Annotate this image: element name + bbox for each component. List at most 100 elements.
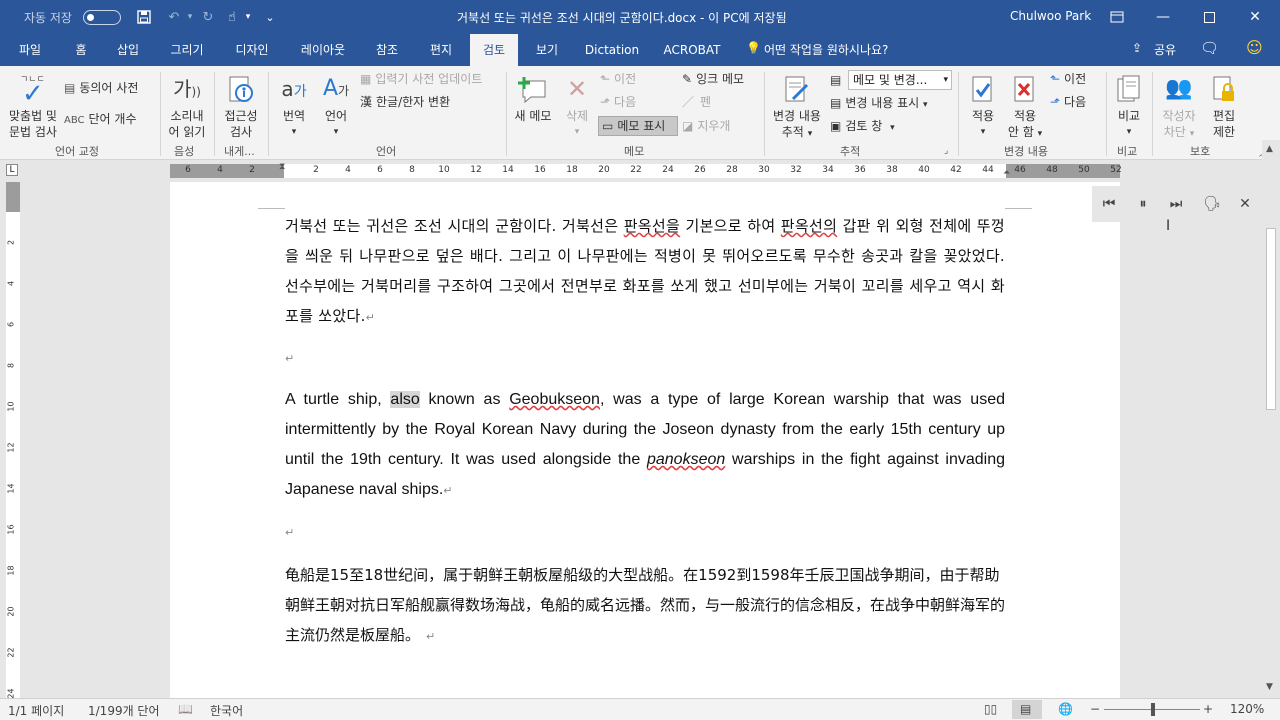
share-button[interactable]: 공유 (1154, 41, 1176, 58)
scroll-down-icon[interactable]: ▼ (1266, 682, 1273, 692)
undo-dropdown-icon[interactable]: ▾ (184, 7, 196, 27)
minimize-icon[interactable]: — (1140, 0, 1186, 34)
chinese-paragraph[interactable]: 龟船是15至18世纪间，属于朝鲜王朝板屋船级的大型战船。在1592到1598年壬… (285, 560, 1005, 652)
tab-view[interactable]: 보기 (524, 34, 570, 66)
redo-icon[interactable]: ↻ (198, 7, 218, 27)
close-icon[interactable]: ✕ (1232, 0, 1278, 34)
markup-display-select[interactable]: 메모 및 변경... ▾ (848, 70, 952, 90)
ruler-number: 38 (886, 165, 898, 175)
scroll-up-icon[interactable]: ▲ (1266, 144, 1273, 154)
tab-home[interactable]: 홈 (58, 34, 104, 66)
spelling-error-word[interactable]: panokseon (647, 451, 725, 468)
restrict-editing-button[interactable]: 편집 제한 (1204, 72, 1244, 140)
translate-icon: a가 (281, 77, 307, 101)
tab-draw[interactable]: 그리기 (158, 34, 216, 66)
tell-me-box[interactable]: 어떤 작업을 원하시나요? (764, 41, 888, 58)
tab-selector-icon[interactable]: L (6, 164, 18, 176)
compare-button[interactable]: 비교 ▾ (1108, 72, 1150, 140)
next-change-button[interactable]: ⬏ 다음 (1050, 94, 1086, 110)
tab-mailings[interactable]: 편지 (418, 34, 464, 66)
reject-change-button[interactable]: 적용 안 함 ▾ (1004, 72, 1046, 142)
tab-acrobat[interactable]: ACROBAT (656, 34, 728, 66)
voice-settings-icon[interactable]: 🗣 (1201, 194, 1223, 214)
vertical-ruler[interactable]: 2 4 6 8 10 12 14 16 18 20 22 24 (0, 182, 22, 699)
tab-dictation[interactable]: Dictation (578, 34, 646, 66)
next-paragraph-icon[interactable]: ⏭ (1165, 194, 1187, 214)
tab-review[interactable]: 검토 (470, 34, 518, 66)
comments-icon[interactable]: 🗨 (1200, 39, 1219, 57)
empty-paragraph-mark: ↵ (285, 352, 295, 365)
tab-layout[interactable]: 레이아웃 (290, 34, 356, 66)
next-comment-button[interactable]: ⬏ 다음 (600, 94, 636, 110)
read-aloud-button[interactable]: 가)) 소리내 어 읽기 (162, 72, 212, 140)
eraser-button[interactable]: ◪ 지우개 (682, 118, 730, 134)
customize-qat-icon[interactable]: ⌄ (262, 7, 278, 27)
language-button[interactable]: A가 언어 ▾ (316, 72, 356, 140)
scroll-thumb[interactable] (1266, 228, 1276, 410)
update-ime-dictionary-button[interactable]: ▦ 입력기 사전 업데이트 (360, 71, 482, 87)
previous-paragraph-icon[interactable]: ⏮ (1098, 194, 1120, 214)
document-page[interactable]: 거북선 또는 귀선은 조선 시대의 군함이다. 거북선은 판옥선을 기본으로 하… (170, 182, 1120, 698)
pen-button[interactable]: ／ 펜 (682, 94, 711, 110)
vertical-scrollbar[interactable]: ▲ ▼ (1262, 140, 1280, 698)
korean-paragraph[interactable]: 거북선 또는 귀선은 조선 시대의 군함이다. 거북선은 판옥선을 기본으로 하… (285, 211, 1005, 333)
ruler-number: 8 (409, 165, 415, 175)
touch-dropdown-icon[interactable]: ▾ (242, 7, 254, 27)
previous-change-button[interactable]: ⬑ 이전 (1050, 71, 1086, 87)
spelling-error-word[interactable]: 판옥선의 (781, 217, 837, 235)
save-icon[interactable] (134, 7, 154, 27)
selected-word[interactable]: also (390, 391, 420, 408)
accessibility-check-button[interactable]: 접근성 검사 (216, 72, 266, 140)
spelling-grammar-button[interactable]: ㄱㄴㄷ ✓ 맞춤법 및 문법 검사 (2, 72, 64, 140)
new-comment-button[interactable]: 새 메모 (508, 72, 558, 124)
delete-comment-button[interactable]: ✕ 삭제 ▾ (558, 72, 596, 140)
accept-change-button[interactable]: 적용 ▾ (962, 72, 1004, 140)
zoom-in-icon[interactable]: + (1203, 702, 1213, 716)
web-layout-icon[interactable]: 🌐 (1058, 702, 1073, 716)
tracking-dialog-launcher-icon[interactable]: ⌟ (944, 146, 948, 156)
touch-mode-icon[interactable]: ☝ (222, 7, 242, 27)
right-indent-marker-icon[interactable]: ⏶ (1003, 168, 1010, 178)
tab-insert[interactable]: 삽입 (104, 34, 152, 66)
english-paragraph[interactable]: A turtle ship, also known as Geobukseon,… (285, 385, 1005, 506)
indent-marker-icon[interactable]: ⧗ (279, 162, 285, 172)
word-count-button[interactable]: ABC 단어 개수 (64, 111, 137, 129)
track-changes-button[interactable]: 변경 내용 추적 ▾ (766, 72, 828, 142)
zoom-slider-thumb[interactable] (1151, 703, 1155, 716)
tab-file[interactable]: 파일 (6, 34, 54, 66)
hangul-hanja-button[interactable]: 漢 한글/한자 변환 (360, 94, 450, 110)
spelling-error-word[interactable]: Geobukseon (509, 391, 600, 408)
thesaurus-button[interactable]: ▤ 동의어 사전 (64, 80, 138, 96)
pause-icon[interactable]: ⏸ (1132, 194, 1154, 214)
previous-comment-button[interactable]: ⬑ 이전 (600, 71, 636, 87)
spelling-error-word[interactable]: 판옥선을 (624, 217, 680, 235)
share-icon[interactable]: ⇪ (1132, 41, 1142, 55)
tab-references[interactable]: 참조 (364, 34, 410, 66)
page-count[interactable]: 1/1 페이지 (8, 702, 64, 719)
read-mode-icon[interactable]: ▯▯ (984, 702, 997, 716)
maximize-icon[interactable] (1186, 0, 1232, 34)
print-layout-icon[interactable]: ▤ (1020, 702, 1031, 716)
tab-design[interactable]: 디자인 (222, 34, 282, 66)
user-name[interactable]: Chulwoo Park (1010, 9, 1091, 23)
translate-button[interactable]: a가 번역 ▾ (270, 72, 318, 140)
undo-icon[interactable]: ↶ (164, 7, 184, 27)
ink-comment-button[interactable]: ✎ 잉크 메모 (682, 71, 744, 87)
ruler-number: 40 (918, 165, 930, 175)
word-count[interactable]: 1/199개 단어 (88, 702, 160, 719)
review-pane-button[interactable]: ▣ 검토 창 ▾ (830, 118, 895, 136)
show-comments-button[interactable]: ▭ 메모 표시 (602, 118, 665, 134)
proofing-status-icon[interactable]: 📖 (178, 702, 193, 716)
smiley-icon[interactable]: ☺ (1246, 38, 1263, 57)
horizontal-ruler[interactable]: L 6 4 2 2 4 6 8 10 12 14 16 18 20 22 24 26 28 30 32 34 36 38 4… (0, 160, 1280, 182)
ribbon-display-icon[interactable] (1094, 0, 1140, 34)
autosave-toggle[interactable] (83, 10, 121, 25)
zoom-out-icon[interactable]: − (1090, 702, 1100, 716)
close-read-aloud-icon[interactable]: ✕ (1234, 194, 1256, 214)
show-markup-button[interactable]: ▤ 변경 내용 표시 ▾ (830, 95, 928, 113)
hanja-icon: 漢 (360, 95, 373, 109)
paragraph-mark: ↵ (443, 485, 453, 497)
block-authors-button[interactable]: 👥 작성자 차단 ▾ (1154, 72, 1204, 142)
language-status[interactable]: 한국어 (210, 702, 243, 719)
zoom-level[interactable]: 120% (1230, 702, 1264, 716)
